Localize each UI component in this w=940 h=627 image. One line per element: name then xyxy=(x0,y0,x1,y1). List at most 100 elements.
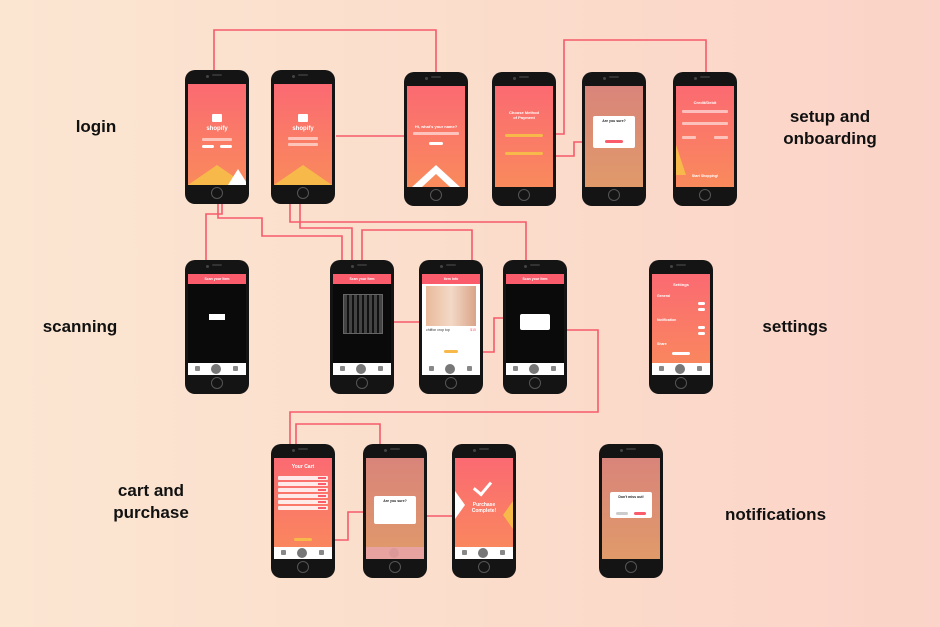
phone-name[interactable]: Hi, what's your name? xyxy=(404,72,468,206)
card-expiry-field[interactable] xyxy=(682,136,696,139)
card-title: Credit/Debit xyxy=(693,100,717,105)
notification-no-button[interactable] xyxy=(616,512,628,515)
camera-icon[interactable] xyxy=(389,548,399,558)
settings-section-share: Share xyxy=(657,342,667,346)
row-label-cart-line2: purchase xyxy=(113,503,189,522)
camera-icon[interactable] xyxy=(297,548,307,558)
phone-payment[interactable]: Choose Method of Payment xyxy=(492,72,556,206)
cart-icon[interactable] xyxy=(697,366,702,371)
phone-card[interactable]: Credit/Debit Start Shopping! xyxy=(673,72,737,206)
logout-button[interactable] xyxy=(672,352,690,355)
screen-cart: Your Cart xyxy=(274,458,332,559)
camera-icon[interactable] xyxy=(211,364,221,374)
profile-icon[interactable] xyxy=(340,366,345,371)
settings-section-general: General xyxy=(657,294,671,298)
cart-icon[interactable] xyxy=(378,366,383,371)
profile-icon[interactable] xyxy=(281,550,286,555)
cart-row[interactable] xyxy=(278,476,328,480)
camera-icon[interactable] xyxy=(356,364,366,374)
connector-login-to-scan1 xyxy=(205,200,223,262)
screen-scan-2: Scan your Item xyxy=(333,274,391,375)
bottom-nav xyxy=(366,547,424,559)
cart-title: Your Cart xyxy=(291,464,315,470)
phone-scan-1[interactable]: Scan your Item xyxy=(185,260,249,394)
row-label-cart-line1: cart and xyxy=(117,481,185,500)
payment-option-other[interactable] xyxy=(505,152,543,155)
payment-title-line2: of Payment xyxy=(513,115,535,120)
phone-scan-2[interactable]: Scan your Item xyxy=(330,260,394,394)
confirm-title: Are you sure? xyxy=(602,119,626,123)
product-photo xyxy=(426,286,476,326)
connector-cart-to-confirm xyxy=(295,423,381,446)
notification-yes-button[interactable] xyxy=(634,512,646,515)
bottom-nav xyxy=(188,363,246,375)
login-field[interactable] xyxy=(202,138,232,141)
add-to-cart-button[interactable] xyxy=(444,350,458,353)
toggle-2[interactable] xyxy=(698,308,705,311)
profile-icon[interactable] xyxy=(429,366,434,371)
cart-icon[interactable] xyxy=(551,366,556,371)
cart-row[interactable] xyxy=(278,482,328,486)
row-label-cart: cart and purchase xyxy=(96,480,206,524)
confirm-yes-button[interactable] xyxy=(605,140,623,143)
email-field[interactable] xyxy=(288,137,318,140)
confirm-modal: Are you sure? xyxy=(593,116,635,148)
profile-icon[interactable] xyxy=(659,366,664,371)
cart-row[interactable] xyxy=(278,494,328,498)
phone-confirm-1[interactable]: Are you sure? xyxy=(582,72,646,206)
checkout-button[interactable] xyxy=(294,538,312,541)
profile-icon[interactable] xyxy=(513,366,518,371)
cart-icon[interactable] xyxy=(500,550,505,555)
cart-row[interactable] xyxy=(278,488,328,492)
camera-icon[interactable] xyxy=(478,548,488,558)
product-name: chiffon crop top xyxy=(426,328,450,332)
card-cvv-field[interactable] xyxy=(714,136,728,139)
settings-section-notification: Notification xyxy=(657,318,677,322)
settings-title: Settings xyxy=(673,282,689,287)
phone-complete[interactable]: Purchase Complete! xyxy=(452,444,516,578)
screen-complete: Purchase Complete! xyxy=(455,458,513,559)
next-button[interactable] xyxy=(429,142,443,145)
toggle-4[interactable] xyxy=(698,332,705,335)
phone-login-1[interactable]: shopify xyxy=(185,70,249,204)
card-name-field[interactable] xyxy=(682,122,728,125)
screen-name: Hi, what's your name? xyxy=(407,86,465,187)
toggle-3[interactable] xyxy=(698,326,705,329)
connector-login-to-scan3 xyxy=(289,200,527,262)
phone-confirm-2[interactable]: Are you sure? xyxy=(363,444,427,578)
phone-settings[interactable]: Settings General Notification Share xyxy=(649,260,713,394)
phone-item[interactable]: Item Info chiffon crop top $15 xyxy=(419,260,483,394)
cart-row[interactable] xyxy=(278,500,328,504)
camera-icon[interactable] xyxy=(675,364,685,374)
notification-title: Don't miss out! xyxy=(618,495,644,499)
phone-scan-3[interactable]: Scan your Item xyxy=(503,260,567,394)
confirm-modal: Are you sure? xyxy=(374,496,416,524)
login-button[interactable] xyxy=(202,145,214,148)
scan-header: Scan your Item xyxy=(506,274,564,284)
cart-row[interactable] xyxy=(278,506,328,510)
signup-button[interactable] xyxy=(220,145,232,148)
cart-icon[interactable] xyxy=(233,366,238,371)
screen-confirm-1: Are you sure? xyxy=(585,86,643,187)
camera-icon[interactable] xyxy=(529,364,539,374)
row-label-setup: setup and onboarding xyxy=(770,106,890,150)
profile-icon[interactable] xyxy=(462,550,467,555)
phone-login-2[interactable]: shopify xyxy=(271,70,335,204)
card-number-field[interactable] xyxy=(682,110,728,113)
row-label-scanning: scanning xyxy=(42,317,118,336)
password-field[interactable] xyxy=(288,143,318,146)
row-label-setup-line2: onboarding xyxy=(783,129,877,148)
screen-login-2: shopify xyxy=(274,84,332,185)
name-input[interactable] xyxy=(413,132,459,135)
profile-icon[interactable] xyxy=(195,366,200,371)
toggle-1[interactable] xyxy=(698,302,705,305)
payment-option-card[interactable] xyxy=(505,134,543,137)
checkmark-icon xyxy=(472,476,493,497)
wallet-icon xyxy=(298,114,308,122)
camera-icon[interactable] xyxy=(445,364,455,374)
cart-icon[interactable] xyxy=(319,550,324,555)
cart-icon[interactable] xyxy=(467,366,472,371)
phone-notification[interactable]: Don't miss out! xyxy=(599,444,663,578)
phone-cart[interactable]: Your Cart xyxy=(271,444,335,578)
bottom-nav xyxy=(333,363,391,375)
